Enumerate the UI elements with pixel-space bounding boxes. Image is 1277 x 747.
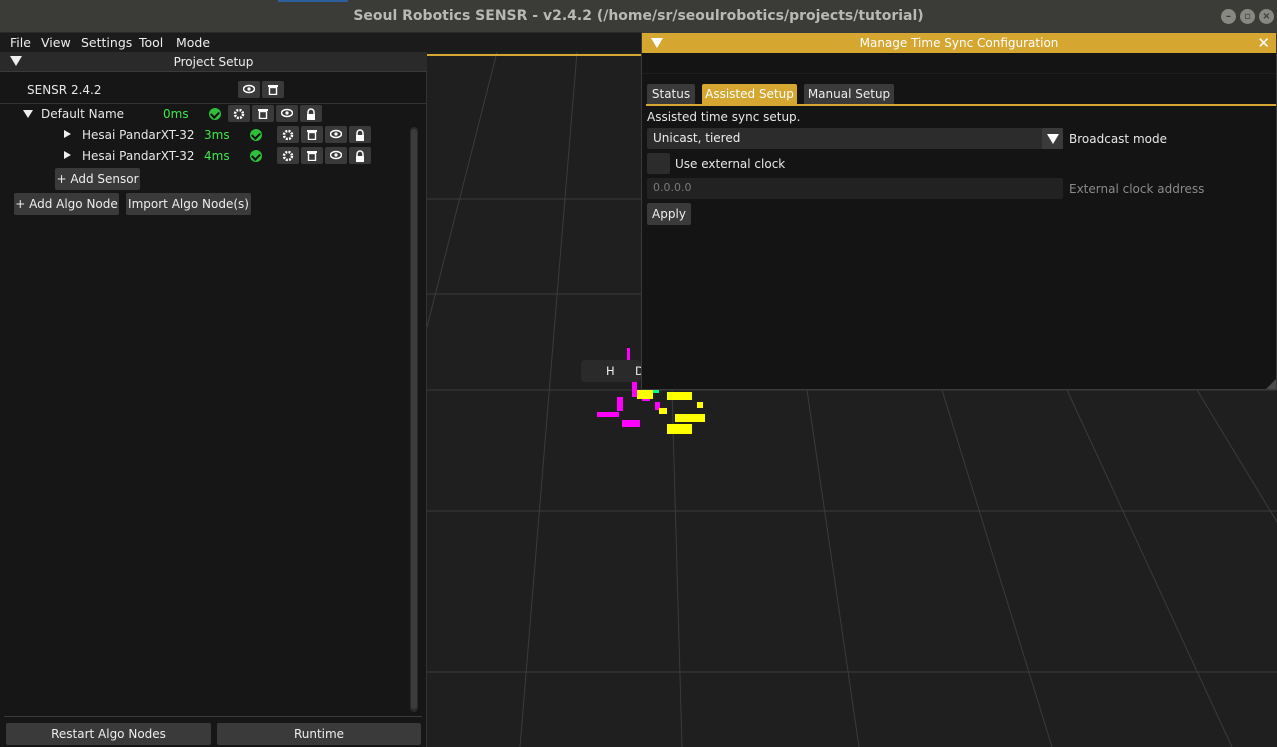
panel-scrollbar[interactable] xyxy=(410,127,418,712)
trash-icon[interactable] xyxy=(301,126,323,143)
sensr-version-row: SENSR 2.4.2 xyxy=(0,80,427,104)
settings-gear-icon[interactable] xyxy=(277,147,299,164)
close-icon[interactable]: ✕ xyxy=(1257,34,1270,52)
divider xyxy=(642,73,1276,74)
apply-button[interactable]: Apply xyxy=(647,203,691,225)
trash-icon[interactable] xyxy=(301,147,323,164)
dialog-title: Manage Time Sync Configuration xyxy=(859,36,1059,50)
time-sync-dialog: Manage Time Sync Configuration ✕ Status … xyxy=(641,32,1277,390)
clock-address-placeholder: 0.0.0.0 xyxy=(653,181,692,194)
object-label-overlay: H D xyxy=(581,360,644,382)
sensor-latency: 4ms xyxy=(204,149,230,163)
clock-address-input[interactable]: 0.0.0.0 xyxy=(647,178,1063,199)
object-label-text: H xyxy=(606,364,615,378)
broadcast-mode-select[interactable]: Unicast, tiered xyxy=(647,128,1063,149)
expand-sensor-icon[interactable] xyxy=(64,130,71,138)
trash-icon[interactable] xyxy=(252,105,274,122)
scrollbar-thumb[interactable] xyxy=(411,129,417,709)
expand-node-icon[interactable] xyxy=(23,110,33,118)
settings-gear-icon[interactable] xyxy=(277,126,299,143)
maximize-button[interactable]: ▫ xyxy=(1240,9,1255,24)
trash-icon[interactable] xyxy=(262,81,284,98)
status-ok-icon xyxy=(250,150,262,162)
sensr-version-label: SENSR 2.4.2 xyxy=(27,83,102,97)
clock-address-label: External clock address xyxy=(1069,182,1205,196)
menu-view[interactable]: View xyxy=(41,35,71,50)
status-ok-icon xyxy=(209,108,221,120)
broadcast-mode-label: Broadcast mode xyxy=(1069,132,1167,146)
node-latency: 0ms xyxy=(163,107,189,121)
dialog-header[interactable]: Manage Time Sync Configuration ✕ xyxy=(642,33,1276,53)
add-sensor-button[interactable]: + Add Sensor xyxy=(55,168,140,190)
external-clock-label: Use external clock xyxy=(675,157,786,171)
tab-status[interactable]: Status xyxy=(647,84,695,105)
minimize-button[interactable]: – xyxy=(1221,9,1236,24)
menu-mode[interactable]: Mode xyxy=(176,35,210,50)
close-window-button[interactable]: × xyxy=(1259,9,1274,24)
dropdown-arrow[interactable] xyxy=(1042,128,1063,149)
expand-sensor-icon[interactable] xyxy=(64,151,71,159)
lock-icon[interactable] xyxy=(300,105,322,122)
tab-assisted-setup[interactable]: Assisted Setup xyxy=(702,84,797,105)
external-clock-checkbox[interactable] xyxy=(647,153,670,174)
eye-icon[interactable] xyxy=(325,126,347,143)
description-text: Assisted time sync setup. xyxy=(647,110,801,124)
eye-icon[interactable] xyxy=(238,81,260,98)
window-title: Seoul Robotics SENSR - v2.4.2 (/home/sr/… xyxy=(353,8,924,24)
resize-grip[interactable] xyxy=(1266,379,1276,389)
lock-icon[interactable] xyxy=(349,126,371,143)
add-algo-node-button[interactable]: + Add Algo Node xyxy=(14,193,119,215)
chevron-down-icon xyxy=(1047,134,1059,144)
tab-manual-setup[interactable]: Manual Setup xyxy=(804,84,894,105)
eye-icon[interactable] xyxy=(325,147,347,164)
status-ok-icon xyxy=(250,129,262,141)
menu-file[interactable]: File xyxy=(10,35,31,50)
sensor-latency: 3ms xyxy=(204,128,230,142)
divider xyxy=(4,716,422,717)
sensor-name: Hesai PandarXT-32 xyxy=(82,149,195,163)
menu-settings[interactable]: Settings xyxy=(81,35,132,50)
settings-gear-icon[interactable] xyxy=(228,105,250,122)
eye-icon[interactable] xyxy=(276,105,298,122)
runtime-button[interactable]: Runtime xyxy=(217,723,421,745)
project-setup-title: Project Setup xyxy=(173,55,254,69)
sensor-name: Hesai PandarXT-32 xyxy=(82,128,195,142)
project-setup-header[interactable]: Project Setup xyxy=(0,52,427,72)
restart-algo-nodes-button[interactable]: Restart Algo Nodes xyxy=(6,723,211,745)
window-titlebar: Seoul Robotics SENSR - v2.4.2 (/home/sr/… xyxy=(0,0,1277,33)
lock-icon[interactable] xyxy=(349,147,371,164)
node-name: Default Name xyxy=(41,107,125,121)
broadcast-mode-value: Unicast, tiered xyxy=(653,131,741,145)
project-setup-panel: Project Setup SENSR 2.4.2 Default Name 0… xyxy=(0,52,427,747)
viewport-active-indicator xyxy=(427,54,642,56)
menu-tool[interactable]: Tool xyxy=(139,35,163,50)
tab-underline xyxy=(646,104,1276,106)
import-algo-node-button[interactable]: Import Algo Node(s) xyxy=(126,193,251,215)
